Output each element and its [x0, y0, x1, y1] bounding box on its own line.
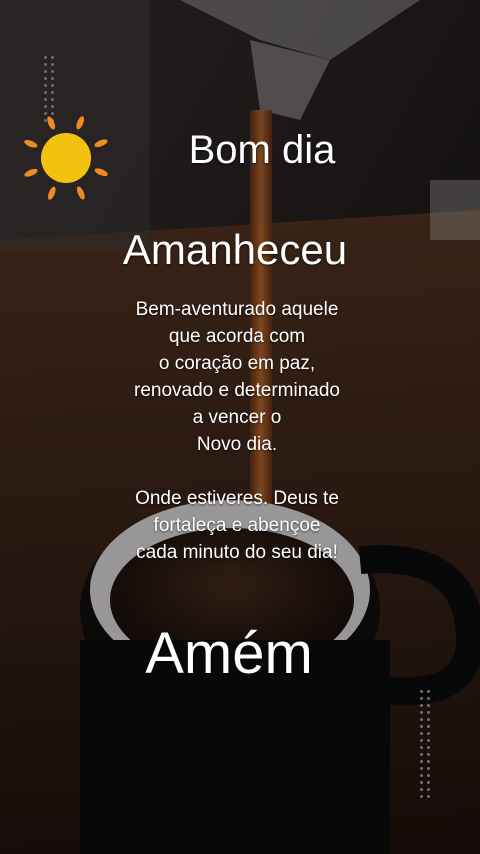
grid-dot	[427, 690, 430, 693]
grid-dot	[427, 760, 430, 763]
grid-dot	[420, 725, 423, 728]
sun-ray	[47, 186, 56, 200]
message-line: renovado e determinado	[134, 380, 340, 401]
message-line: Onde estiveres. Deus te	[135, 488, 339, 509]
grid-dot	[420, 788, 423, 791]
grid-dot	[420, 753, 423, 756]
grid-dot	[420, 781, 423, 784]
grid-dot	[51, 56, 54, 59]
grid-dot	[427, 725, 430, 728]
grid-dot	[420, 774, 423, 777]
grid-dot	[427, 781, 430, 784]
grid-dot	[420, 690, 423, 693]
grid-dot	[420, 746, 423, 749]
grid-dot	[420, 711, 423, 714]
grid-dot	[420, 704, 423, 707]
greeting-title: Bom dia	[188, 128, 336, 172]
message-line: a vencer o	[192, 407, 282, 428]
grid-dot	[420, 760, 423, 763]
sun-ray	[76, 186, 85, 200]
grid-dot	[427, 746, 430, 749]
grid-dot	[44, 91, 47, 94]
grid-dot	[51, 63, 54, 66]
grid-dot	[427, 704, 430, 707]
grid-dot	[420, 697, 423, 700]
grid-dot	[51, 98, 54, 101]
message-line: o coração em paz,	[158, 353, 316, 374]
grid-dot	[420, 739, 423, 742]
grid-dot	[44, 70, 47, 73]
message-line: Bem-aventurado aquele	[135, 299, 339, 320]
grid-dot	[427, 795, 430, 798]
message-line: cada minuto do seu dia!	[136, 542, 338, 563]
headline-title: Amanheceu	[122, 226, 348, 273]
grid-dot	[427, 767, 430, 770]
grid-dot	[51, 84, 54, 87]
grid-dot	[51, 105, 54, 108]
grid-dot	[427, 718, 430, 721]
grid-dot	[51, 77, 54, 80]
message-line: que acorda com	[168, 326, 306, 347]
message-text: Bem-aventurado aquele que acorda com o c…	[0, 296, 477, 566]
grid-dot	[420, 767, 423, 770]
grid-dot	[44, 56, 47, 59]
grid-dot	[420, 795, 423, 798]
message-line: fortaleça e abençoe	[153, 515, 321, 536]
closing-amen: Amém	[145, 621, 313, 686]
grid-dot	[44, 77, 47, 80]
grid-dot	[427, 788, 430, 791]
grid-dot	[427, 774, 430, 777]
grid-dot	[427, 697, 430, 700]
grid-dot	[420, 732, 423, 735]
grid-dot	[427, 753, 430, 756]
grid-dot	[427, 732, 430, 735]
grid-dot	[44, 84, 47, 87]
message-line: Novo dia.	[196, 434, 278, 455]
grid-dot	[427, 739, 430, 742]
grid-dot	[420, 718, 423, 721]
grid-dot	[51, 70, 54, 73]
grid-dot	[44, 105, 47, 108]
grid-dot	[44, 98, 47, 101]
grid-dot	[44, 63, 47, 66]
grid-dot	[427, 711, 430, 714]
grid-dot	[51, 91, 54, 94]
